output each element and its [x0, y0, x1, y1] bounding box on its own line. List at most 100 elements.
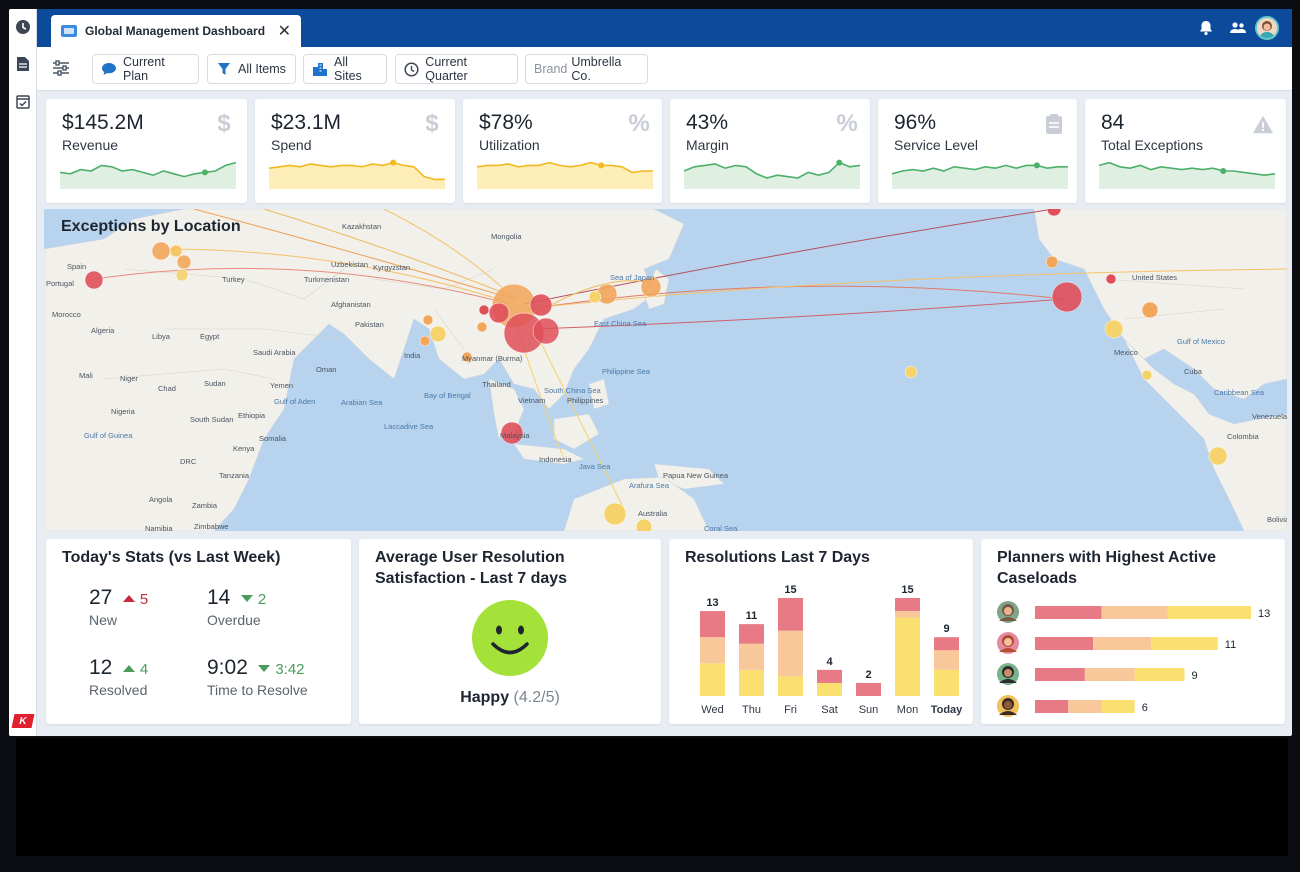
stat-time-label: Time to Resolve [207, 682, 308, 698]
map-country-label: Bolivia [1267, 515, 1287, 524]
planner-avatar[interactable] [997, 663, 1019, 685]
speech-bubble-icon [101, 61, 117, 77]
calendar-check-icon[interactable] [14, 92, 32, 110]
map-sea-label: Coral Sea [704, 524, 738, 531]
planner-bar-segment[interactable] [1101, 606, 1168, 619]
all-sites-filter[interactable]: All Sites [303, 54, 387, 84]
satisfaction-result: Happy (4.2/5) [359, 689, 661, 707]
map-country-label: Thailand [482, 380, 511, 389]
planner-bar-segment[interactable] [1151, 637, 1218, 650]
map-country-label: Turkmenistan [304, 275, 350, 284]
map-country-label: Afghanistan [331, 300, 371, 309]
planners-title: Planners with Highest Active Caseloads [997, 547, 1216, 589]
bar-value-label: 11 [746, 610, 758, 622]
tab-global-management-dashboard[interactable]: Global Management Dashboard ✕ [51, 15, 301, 47]
map-sea-label: Arabian Sea [341, 398, 383, 407]
brand-filter[interactable]: Brand Umbrella Co. [525, 54, 648, 84]
all-items-label: All Items [238, 62, 286, 76]
stat-new-delta: 5 [122, 591, 148, 608]
filter-settings-icon[interactable] [51, 58, 73, 80]
planner-caseload-value: 6 [1142, 702, 1148, 714]
stat-new-value: 27 [89, 586, 113, 609]
planner-bar-segment[interactable] [1035, 668, 1085, 681]
bar-segment-sun[interactable] [856, 682, 881, 696]
bar-segment-fri[interactable] [778, 630, 803, 677]
bar-segment-wed[interactable] [700, 663, 725, 696]
planner-bar-segment[interactable] [1035, 700, 1069, 713]
planner-avatar[interactable] [997, 695, 1019, 717]
map-country-label: Somalia [259, 434, 287, 443]
kpi-card-utilization[interactable]: $78% Utilization% [463, 99, 662, 203]
kpi-card-service-level[interactable]: 96% Service Level [878, 99, 1077, 203]
kpi-label: Total Exceptions [1101, 137, 1203, 153]
planner-bar-segment[interactable] [1084, 668, 1135, 681]
kpi-card-margin[interactable]: 43% Margin% [670, 99, 870, 203]
kpi-value: $78% [479, 111, 533, 134]
map-sea-label: Java Sea [579, 462, 611, 471]
bar-segment-thu[interactable] [739, 643, 764, 670]
users-icon[interactable] [1228, 18, 1248, 38]
bar-segment-thu[interactable] [739, 624, 764, 644]
all-items-filter[interactable]: All Items [207, 54, 296, 84]
dollar-icon: $ [425, 110, 439, 137]
planner-bar-segment[interactable] [1068, 700, 1102, 713]
planner-bar-segment[interactable] [1093, 637, 1152, 650]
planner-caseload-value: 13 [1258, 608, 1270, 620]
bar-category-label: Today [931, 704, 963, 716]
kpi-card-total-exceptions[interactable]: 84 Total Exceptions [1085, 99, 1286, 203]
document-icon[interactable] [14, 55, 32, 73]
map-country-label: Turkey [222, 275, 245, 284]
planner-avatar[interactable] [997, 601, 1019, 623]
bar-segment-today[interactable] [934, 650, 959, 670]
stat-time-delta: 3:42 [258, 661, 305, 678]
bar-segment-sat[interactable] [817, 682, 842, 696]
planner-caseload-value: 9 [1192, 670, 1198, 682]
map-country-label: Cuba [1184, 367, 1202, 376]
map-country-label: Kyrgyzstan [373, 263, 411, 272]
bar-segment-sat[interactable] [817, 669, 842, 683]
map-country-label: Spain [67, 262, 87, 271]
bar-value-label: 4 [826, 656, 833, 668]
planner-bar-segment[interactable] [1167, 606, 1251, 619]
bar-segment-mon[interactable] [895, 598, 920, 612]
bar-segment-fri[interactable] [778, 676, 803, 696]
map-country-label: Kenya [233, 444, 255, 453]
map-country-label: Yemen [270, 381, 294, 390]
map-sea-label: Caribbean Sea [1214, 388, 1265, 397]
kpi-value: 43% [686, 111, 729, 134]
map-country-label: Papua New Guinea [663, 471, 729, 480]
bell-icon[interactable] [1196, 18, 1216, 38]
bar-segment-wed[interactable] [700, 637, 725, 664]
stat-new-label: New [89, 612, 118, 628]
bar-segment-today[interactable] [934, 669, 959, 696]
clock-icon[interactable] [14, 18, 32, 36]
bar-segment-mon[interactable] [895, 617, 920, 696]
planner-bar-segment[interactable] [1035, 637, 1094, 650]
bar-segment-thu[interactable] [739, 669, 764, 696]
kpi-card-revenue[interactable]: $145.2M Revenue $ [46, 99, 247, 203]
planner-bar-segment[interactable] [1035, 606, 1102, 619]
bar-segment-today[interactable] [934, 637, 959, 651]
planners-chart: 13 11 9 6 [997, 601, 1270, 717]
bar-value-label: 15 [784, 584, 796, 596]
current-quarter-filter[interactable]: Current Quarter [395, 54, 518, 84]
exceptions-map[interactable]: Exceptions by Location Spain Portugal Moro… [44, 209, 1287, 531]
stat-new: 27 5 New [89, 586, 148, 628]
left-rail: K [9, 9, 37, 736]
map-sea-label: Arafura Sea [629, 481, 670, 490]
triangle-up-icon [122, 665, 135, 672]
planner-bar-segment[interactable] [1101, 700, 1135, 713]
close-icon[interactable]: ✕ [278, 21, 291, 41]
user-avatar[interactable] [1255, 16, 1279, 40]
satisfaction-mood: Happy [460, 689, 510, 706]
bar-segment-wed[interactable] [700, 611, 725, 638]
clipboard-icon [1043, 111, 1065, 137]
planner-avatar[interactable] [997, 632, 1019, 654]
bar-segment-mon[interactable] [895, 611, 920, 618]
kpi-card-spend[interactable]: $23.1M Spend $ [255, 99, 455, 203]
resolutions-title: Resolutions Last 7 Days [685, 549, 870, 566]
map-sea-label: Gulf of Aden [274, 397, 316, 406]
planner-bar-segment[interactable] [1134, 668, 1185, 681]
current-plan-filter[interactable]: Current Plan [92, 54, 199, 84]
bar-segment-fri[interactable] [778, 598, 803, 631]
